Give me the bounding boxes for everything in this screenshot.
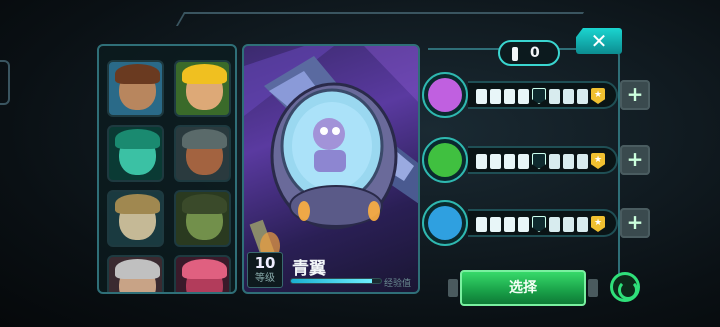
hero-roster-panel — [97, 44, 237, 294]
rank-marker-icon — [532, 153, 546, 169]
skill-pip — [490, 154, 501, 169]
heal-plus-icon — [428, 143, 462, 177]
skill-row: ★ — [422, 72, 618, 118]
hero-portrait-hair — [115, 259, 160, 279]
skill-upgrade-plus-button[interactable]: + — [620, 145, 650, 175]
hero-robot[interactable] — [174, 125, 231, 182]
skill-pip — [563, 217, 574, 232]
hero-portrait-hair — [115, 129, 160, 149]
skill-upgrade-plus-button[interactable]: + — [620, 80, 650, 110]
hero-grid — [107, 60, 231, 292]
hero-portrait-hair — [182, 64, 227, 84]
hero-elder[interactable] — [107, 255, 164, 292]
xp-bar — [290, 278, 382, 284]
robot-shield-icon — [428, 206, 462, 240]
skill-pip — [563, 89, 574, 104]
gold-star-icon: ★ — [591, 153, 605, 169]
skill-row: ★ — [422, 137, 618, 183]
hero-ghost[interactable] — [107, 125, 164, 182]
skill-level-bar: ★ — [468, 146, 618, 174]
xp-label: 经验值 — [384, 279, 412, 289]
hero-portrait-hair — [182, 259, 227, 279]
left-edge-tab[interactable] — [0, 60, 10, 105]
skill-pip — [476, 217, 487, 232]
skill-icon-frame[interactable] — [422, 200, 468, 246]
skill-pip — [549, 217, 560, 232]
hero-portrait-hair — [182, 194, 227, 214]
skill-upgrade-plus-button[interactable]: + — [620, 208, 650, 238]
skill-pip — [476, 89, 487, 104]
rank-marker-icon — [532, 88, 546, 104]
hero-portrait-hair — [115, 64, 160, 84]
skill-row: ★ — [422, 200, 618, 246]
skill-level-bar: ★ — [468, 81, 618, 109]
skill-pip — [490, 217, 501, 232]
hero-red[interactable] — [174, 255, 231, 292]
hero-beast[interactable] — [174, 190, 231, 247]
skill-pip — [490, 89, 501, 104]
skill-pip — [577, 217, 588, 232]
select-button-cap-left — [448, 279, 458, 297]
xp-bar-fill — [291, 279, 372, 283]
skill-icon-frame[interactable] — [422, 137, 468, 183]
hero-soldier[interactable] — [107, 60, 164, 117]
gold-star-icon: ★ — [591, 88, 605, 104]
skill-pip — [504, 89, 515, 104]
skill-pip — [504, 154, 515, 169]
frame-top-decoration — [175, 12, 585, 26]
rank-marker-icon — [532, 216, 546, 232]
skill-pip — [504, 217, 515, 232]
skill-pip — [476, 154, 487, 169]
hero-blonde[interactable] — [174, 60, 231, 117]
counter-value: 0 — [530, 45, 540, 61]
ship-level-box: 10 等级 — [247, 252, 283, 288]
skill-pip — [518, 154, 529, 169]
skill-pip — [577, 154, 588, 169]
skill-icon-frame[interactable] — [422, 72, 468, 118]
skill-pip — [518, 217, 529, 232]
select-button[interactable]: 选择 — [460, 270, 586, 306]
counter-bar-icon — [512, 47, 518, 61]
ship-level-number: 10 — [254, 254, 276, 272]
skill-pip — [518, 89, 529, 104]
skill-pip — [549, 154, 560, 169]
ship-level-label: 等级 — [255, 273, 275, 284]
gold-star-icon: ★ — [591, 216, 605, 232]
skill-pip — [577, 89, 588, 104]
skill-pip — [549, 89, 560, 104]
refresh-icon[interactable] — [610, 272, 640, 302]
hero-portrait-hair — [182, 129, 227, 149]
select-button-cap-right — [588, 279, 598, 297]
skill-level-bar: ★ — [468, 209, 618, 237]
hero-egg[interactable] — [107, 190, 164, 247]
counter-box: 0 — [498, 40, 560, 66]
claw-slash-icon — [428, 78, 462, 112]
hero-portrait-hair — [115, 194, 160, 214]
close-button[interactable]: ✕ — [576, 28, 622, 54]
skill-pip — [563, 154, 574, 169]
ship-name: 青翼 — [292, 259, 326, 279]
